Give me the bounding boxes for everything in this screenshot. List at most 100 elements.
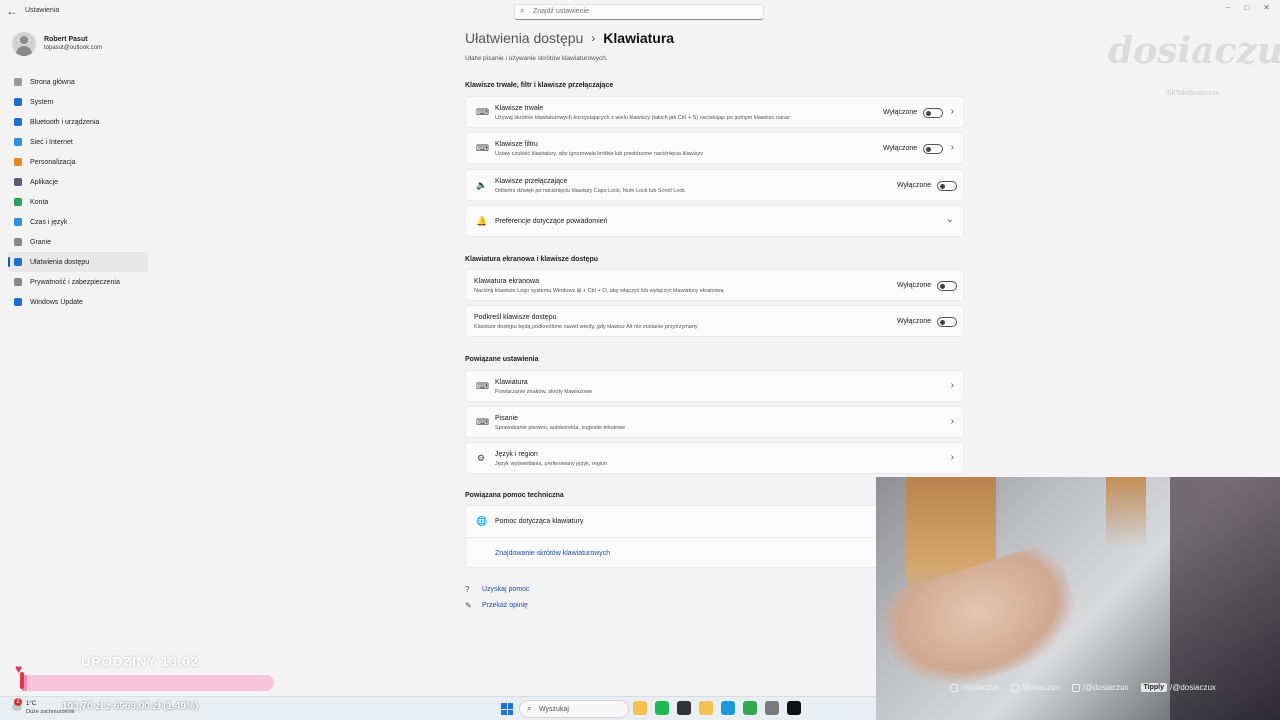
window-controls: – □ ✕ [1226, 3, 1270, 12]
sticky-keys-icon: ⌨ [476, 107, 489, 117]
profile-name: Robert Pasut [44, 36, 88, 43]
setting-title: Preferencje dotyczące powiadomień [495, 218, 608, 225]
social-handle: /dosiaczux [1021, 683, 1060, 692]
sidebar-item-label: Granie [30, 238, 52, 246]
weather-temp: 1°C [26, 701, 37, 707]
setting-description: Sprawdzanie pisowni, autokorekta, sugest… [495, 425, 626, 431]
goal-progress-bar [22, 675, 274, 691]
chevron-right-icon[interactable]: › [951, 106, 954, 117]
setting-title: Klawisze filtru [495, 141, 538, 148]
settings-app-icon[interactable] [765, 701, 779, 715]
heart-icon: ♥ [15, 662, 23, 676]
social-handle: /@dosiaczux [1170, 683, 1216, 692]
folder-app-icon[interactable] [699, 701, 713, 715]
instagram-icon [950, 683, 958, 692]
setting-on-screen-keyboard[interactable]: Klawiatura ekranowa Naciśnij klawisze Lo… [465, 269, 964, 301]
account-icon [14, 198, 22, 206]
setting-title: Podkreśl klawisze dostępu [474, 314, 557, 321]
search-icon: ⌕ [520, 6, 525, 15]
window-title: Ustawienia [25, 7, 60, 14]
sidebar-item[interactable]: Ułatwienia dostępu [8, 252, 148, 272]
related-language-region[interactable]: ⚙ Język i region Język wyświetlania, pre… [465, 442, 964, 474]
chevron-right-icon[interactable]: › [951, 142, 954, 153]
sidebar-item[interactable]: Bluetooth i urządzenia [8, 112, 148, 132]
setting-title: Klawiatura ekranowa [474, 278, 539, 285]
sidebar-item[interactable]: Granie [8, 232, 148, 252]
settings-search-input[interactable]: ⌕ Znajdź ustawienie [514, 4, 764, 20]
goal-title: URODZINY 13.02 [81, 654, 199, 669]
sidebar-item[interactable]: System [8, 92, 148, 112]
settings-main: Ułatwienia dostępu › Klawiatura Ułatw pi… [465, 28, 965, 610]
filter-keys-toggle[interactable] [923, 144, 943, 154]
get-help-link[interactable]: ? Uzyskaj pomoc [465, 585, 529, 594]
help-link-shortcuts[interactable]: Znajdowanie skrótów klawiaturowych [495, 550, 610, 557]
sticky-keys-toggle[interactable] [923, 108, 943, 118]
sidebar-item[interactable]: Czas i język [8, 212, 148, 232]
chevron-right-icon[interactable]: › [951, 416, 954, 427]
sidebar-item[interactable]: Windows Update [8, 292, 148, 312]
tipply-icon: Tipply [1140, 683, 1167, 692]
feedback-label: Przekaż opinię [482, 602, 528, 609]
social-link: /dosiaczux [950, 683, 999, 692]
sidebar-item[interactable]: Personalizacja [8, 152, 148, 172]
on-screen-keyboard-toggle[interactable] [937, 281, 957, 291]
section-title-filter-keys: Klawisze trwałe, filtr i klawisze przełą… [465, 82, 614, 89]
setting-filter-keys[interactable]: ⌨ Klawisze filtru Ustaw czułość klawiatu… [465, 132, 964, 164]
gaming-icon [14, 238, 22, 246]
unreal-app-icon[interactable] [787, 701, 801, 715]
accessibility-icon [14, 258, 22, 266]
home-icon [14, 78, 22, 86]
chevron-right-icon[interactable]: › [951, 452, 954, 463]
sidebar-item[interactable]: Konta [8, 192, 148, 212]
notification-badge: 2 [14, 698, 22, 706]
brush-icon [14, 158, 22, 166]
toggle-keys-toggle[interactable] [937, 181, 957, 191]
toggle-state: Wyłączone [883, 109, 918, 116]
toggle-state: Wyłączone [883, 145, 918, 152]
related-typing[interactable]: ⌨ Pisanie Sprawdzanie pisowni, autokorek… [465, 406, 964, 438]
sidebar-item[interactable]: Aplikacje [8, 172, 148, 192]
sidebar-item-label: System [30, 98, 54, 106]
keyboard-icon: ⌨ [476, 381, 489, 391]
avatar [12, 32, 36, 56]
sidebar-item[interactable]: Sieć i Internet [8, 132, 148, 152]
sidebar-item[interactable]: Strona główna [8, 72, 148, 92]
sidebar-item-label: Windows Update [30, 298, 83, 306]
obs-app-icon[interactable] [677, 701, 691, 715]
feedback-link[interactable]: ✎ Przekaż opinię [465, 601, 528, 610]
setting-toggle-keys[interactable]: 🔈 Klawisze przełączające Odtwórz dźwięk … [465, 169, 964, 201]
chevron-right-icon[interactable]: › [951, 380, 954, 391]
setting-title: Klawisze trwałe [495, 105, 544, 112]
maximize-icon[interactable]: □ [1244, 3, 1249, 12]
minimize-icon[interactable]: – [1226, 3, 1230, 12]
clock-globe-icon [14, 218, 22, 226]
file-explorer-app-icon[interactable] [633, 701, 647, 715]
related-keyboard[interactable]: ⌨ Klawiatura Powtarzanie znaków, skróty … [465, 370, 964, 402]
start-button[interactable] [501, 703, 513, 715]
back-arrow-icon[interactable]: ← [6, 4, 18, 18]
youtube-icon [1071, 683, 1080, 692]
section-title-on-screen-keyboard: Klawiatura ekranowa i klawisze dostępu [465, 256, 599, 263]
social-handle: /@dosiaczux [1082, 683, 1129, 692]
sidebar-item[interactable]: Prywatność i zabezpieczenia [8, 272, 148, 292]
social-link: /@dosiaczux [1071, 683, 1129, 692]
chevron-down-icon[interactable]: ⌄ [946, 214, 954, 225]
setting-title: Klawiatura [495, 379, 528, 386]
setting-sticky-keys[interactable]: ⌨ Klawisze trwałe Używaj skrótów klawiat… [465, 96, 964, 128]
edge-app-icon[interactable] [721, 701, 735, 715]
setting-description: Naciśnij klawisze Logo systemu Windows ⊞… [474, 288, 724, 294]
toggle-state: Wyłączone [897, 282, 932, 289]
system-icon [14, 98, 22, 106]
setting-notification-preferences[interactable]: 🔔 Preferencje dotyczące powiadomień ⌄ [465, 205, 964, 237]
social-link: /dosiaczux [1010, 683, 1060, 692]
user-profile[interactable]: Robert Pasut topasut@outlook.com [10, 30, 190, 60]
close-icon[interactable]: ✕ [1263, 3, 1270, 12]
taskbar-search[interactable]: ⌕ Wyszukaj [519, 700, 629, 718]
globe-icon: 🌐 [476, 516, 488, 526]
setting-underline-access-keys[interactable]: Podkreśl klawisze dostępu Klawisze dostę… [465, 305, 964, 337]
spotify-app-icon[interactable] [655, 701, 669, 715]
help-icon: ? [465, 585, 470, 594]
chrome-app-icon[interactable] [743, 701, 757, 715]
bell-icon: 🔔 [476, 216, 488, 226]
underline-access-keys-toggle[interactable] [937, 317, 957, 327]
